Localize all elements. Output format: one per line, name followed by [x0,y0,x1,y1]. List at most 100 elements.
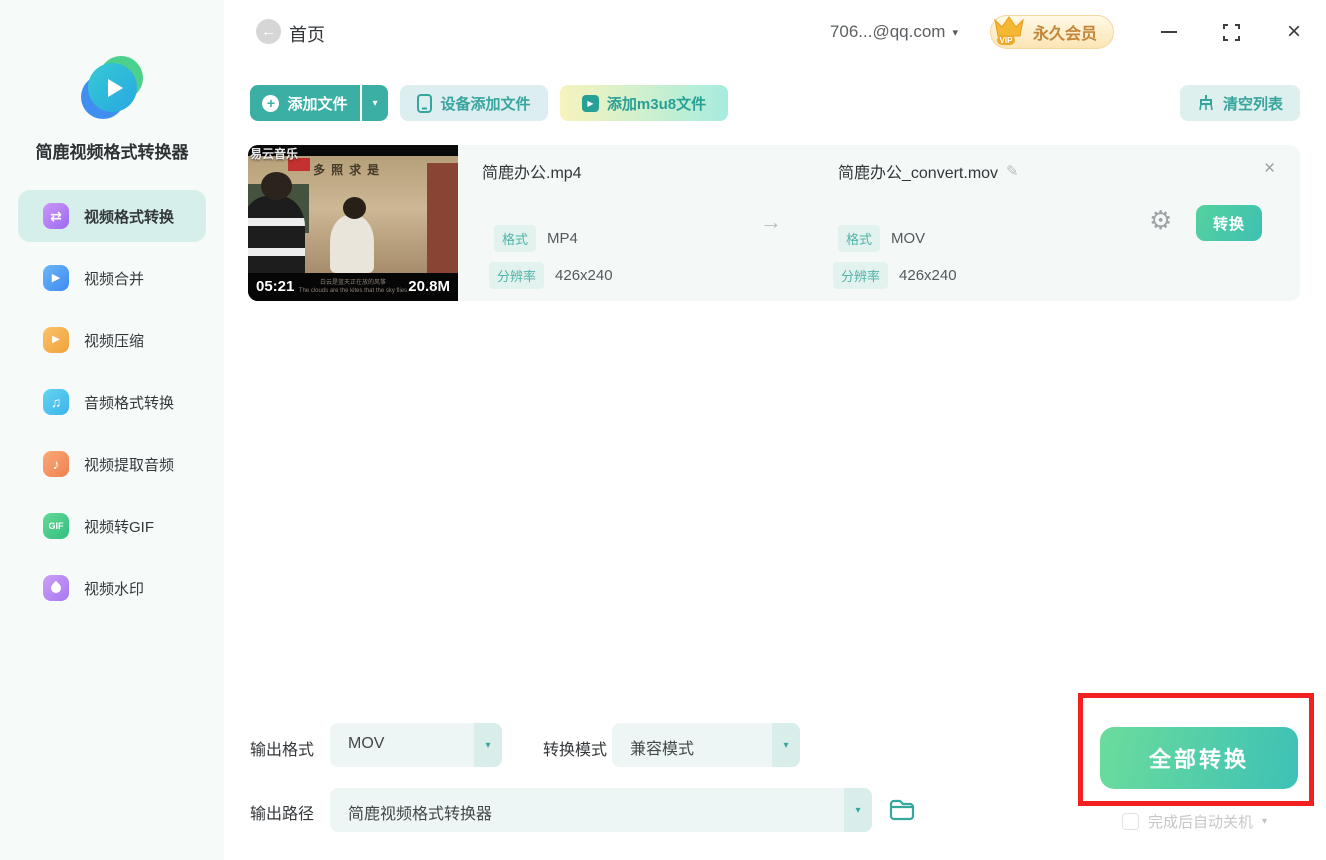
close-icon: × [1286,18,1301,45]
folder-icon [889,799,915,821]
auto-shutdown-checkbox[interactable] [1122,813,1139,830]
arrow-right-icon: → [760,209,782,234]
plus-icon: + [262,94,280,112]
target-format-row: 格式 MOV [838,225,925,252]
remove-item-icon[interactable]: × [1264,158,1275,180]
sidebar-item-label: 视频合并 [84,270,145,288]
sidebar-item-label: 音频格式转换 [84,394,175,412]
sidebar-menu: ⇄ 视频格式转换 ▶ 视频合并 ▶ 视频压缩 ♫ 音频格式转换 ♪ 视频提取音频… [0,190,224,624]
vip-label: 永久会员 [1032,26,1097,43]
svg-text:VIP: VIP [1000,36,1014,45]
caret-down-icon: ▾ [772,723,800,767]
phone-icon [417,93,433,113]
sidebar-item-video-to-gif[interactable]: GIF 视频转GIF [18,500,206,552]
output-path-select[interactable]: 简鹿视频格式转换器 ▾ [330,788,872,832]
video-filesize: 20.8M [408,278,450,295]
minimize-icon [1161,31,1177,33]
account-caret-icon[interactable]: ▾ [952,26,958,39]
app-logo-play-icon [80,56,144,120]
watermark-icon [43,575,69,601]
auto-shutdown-label: 完成后自动关机 [1148,814,1254,831]
sidebar-item-video-watermark[interactable]: 视频水印 [18,562,206,614]
gif-icon: GIF [43,513,69,539]
add-file-label: 添加文件 [287,95,348,113]
audio-convert-icon: ♫ [43,389,69,415]
thumbnail-banner-text: 多照求是 [313,162,386,177]
sidebar-item-label: 视频提取音频 [84,456,175,474]
minimize-button[interactable] [1158,21,1180,43]
thumbnail-image: 多照求是 [248,156,458,273]
page-title: 首页 [289,25,325,45]
target-filename-row: 简鹿办公_convert.mov ✎ [838,159,1019,183]
back-button[interactable]: ← [256,19,281,44]
convert-mode-select[interactable]: 兼容模式 ▾ [612,723,800,767]
add-file-button[interactable]: + 添加文件 [250,85,360,121]
maximize-icon [1222,23,1240,41]
target-resolution-value: 426x240 [899,267,957,284]
broom-icon [1199,95,1213,111]
m3u8-video-icon: ▶ [581,94,599,112]
sidebar-item-video-compress[interactable]: ▶ 视频压缩 [18,314,206,366]
video-merge-icon: ▶ [43,265,69,291]
caret-down-icon: ▾ [844,788,872,832]
auto-shutdown-row: 完成后自动关机 ▾ [1122,811,1267,832]
format-badge: 格式 [838,225,881,252]
rename-pencil-icon[interactable]: ✎ [1006,162,1019,180]
device-add-label: 设备添加文件 [440,95,531,113]
resolution-badge: 分辨率 [833,262,889,289]
open-folder-button[interactable] [888,796,916,824]
convert-mode-value: 兼容模式 [630,741,695,758]
titlebar-right: 706...@qq.com ▾ VIP 永久会员 × [830,12,1306,52]
sidebar-item-label: 视频格式转换 [84,208,175,226]
auto-shutdown-caret-icon[interactable]: ▾ [1262,816,1267,827]
back-arrow-icon: ← [261,23,276,40]
sidebar-item-video-merge[interactable]: ▶ 视频合并 [18,252,206,304]
add-file-dropdown-button[interactable]: ▾ [362,85,388,121]
source-format-row: 格式 MP4 [494,225,578,252]
audio-extract-icon: ♪ [43,451,69,477]
caret-down-icon: ▾ [372,97,378,109]
item-settings-gear-icon[interactable]: ⚙ [1149,207,1172,233]
clear-list-label: 清空列表 [1222,95,1283,113]
source-resolution-value: 426x240 [555,267,613,284]
thumbnail-watermark: 易云音乐 [250,147,299,161]
add-m3u8-label: 添加m3u8文件 [606,95,707,113]
app-title: 简鹿视频格式转换器 [35,143,189,162]
video-thumbnail[interactable]: 多照求是 易云音乐 05:21 白云是蓝天正在放的风筝 The clouds a… [248,145,458,301]
convert-item-button[interactable]: 转换 [1196,205,1262,241]
file-row: 多照求是 易云音乐 05:21 白云是蓝天正在放的风筝 The clouds a… [248,145,1300,301]
convert-mode-label: 转换模式 [543,742,608,759]
account-email[interactable]: 706...@qq.com [830,22,946,42]
caret-down-icon: ▾ [474,723,502,767]
resolution-badge: 分辨率 [489,262,545,289]
target-filename: 简鹿办公_convert.mov [838,165,999,182]
output-format-select[interactable]: MOV ▾ [330,723,502,767]
format-badge: 格式 [494,225,537,252]
source-format-value: MP4 [547,230,578,247]
clear-list-button[interactable]: 清空列表 [1180,85,1300,121]
convert-all-button[interactable]: 全部转换 [1100,727,1298,789]
output-format-value: MOV [348,735,385,752]
device-add-file-button[interactable]: 设备添加文件 [400,85,548,121]
sidebar-item-label: 视频转GIF [84,518,154,536]
thumbnail-info-bar: 05:21 白云是蓝天正在放的风筝 The clouds are the kit… [248,273,458,301]
output-path-label: 输出路径 [250,806,315,823]
vip-badge[interactable]: VIP 永久会员 [989,15,1114,49]
close-button[interactable]: × [1282,20,1306,44]
add-m3u8-button[interactable]: ▶ 添加m3u8文件 [560,85,728,121]
sidebar-item-label: 视频水印 [84,580,145,598]
sidebar-item-video-convert[interactable]: ⇄ 视频格式转换 [18,190,206,242]
sidebar-item-audio-extract[interactable]: ♪ 视频提取音频 [18,438,206,490]
crown-icon: VIP [994,16,1024,45]
sidebar-item-label: 视频压缩 [84,332,145,350]
source-resolution-row: 分辨率 426x240 [489,262,613,289]
sidebar-item-audio-convert[interactable]: ♫ 音频格式转换 [18,376,206,428]
output-format-label: 输出格式 [250,742,315,759]
target-format-value: MOV [891,230,926,247]
video-compress-icon: ▶ [43,327,69,353]
output-path-value: 简鹿视频格式转换器 [348,806,493,823]
source-filename: 简鹿办公.mp4 [482,165,582,182]
maximize-button[interactable] [1220,21,1242,43]
sidebar: 简鹿视频格式转换器 ⇄ 视频格式转换 ▶ 视频合并 ▶ 视频压缩 ♫ 音频格式转… [0,0,224,860]
target-resolution-row: 分辨率 426x240 [833,262,957,289]
